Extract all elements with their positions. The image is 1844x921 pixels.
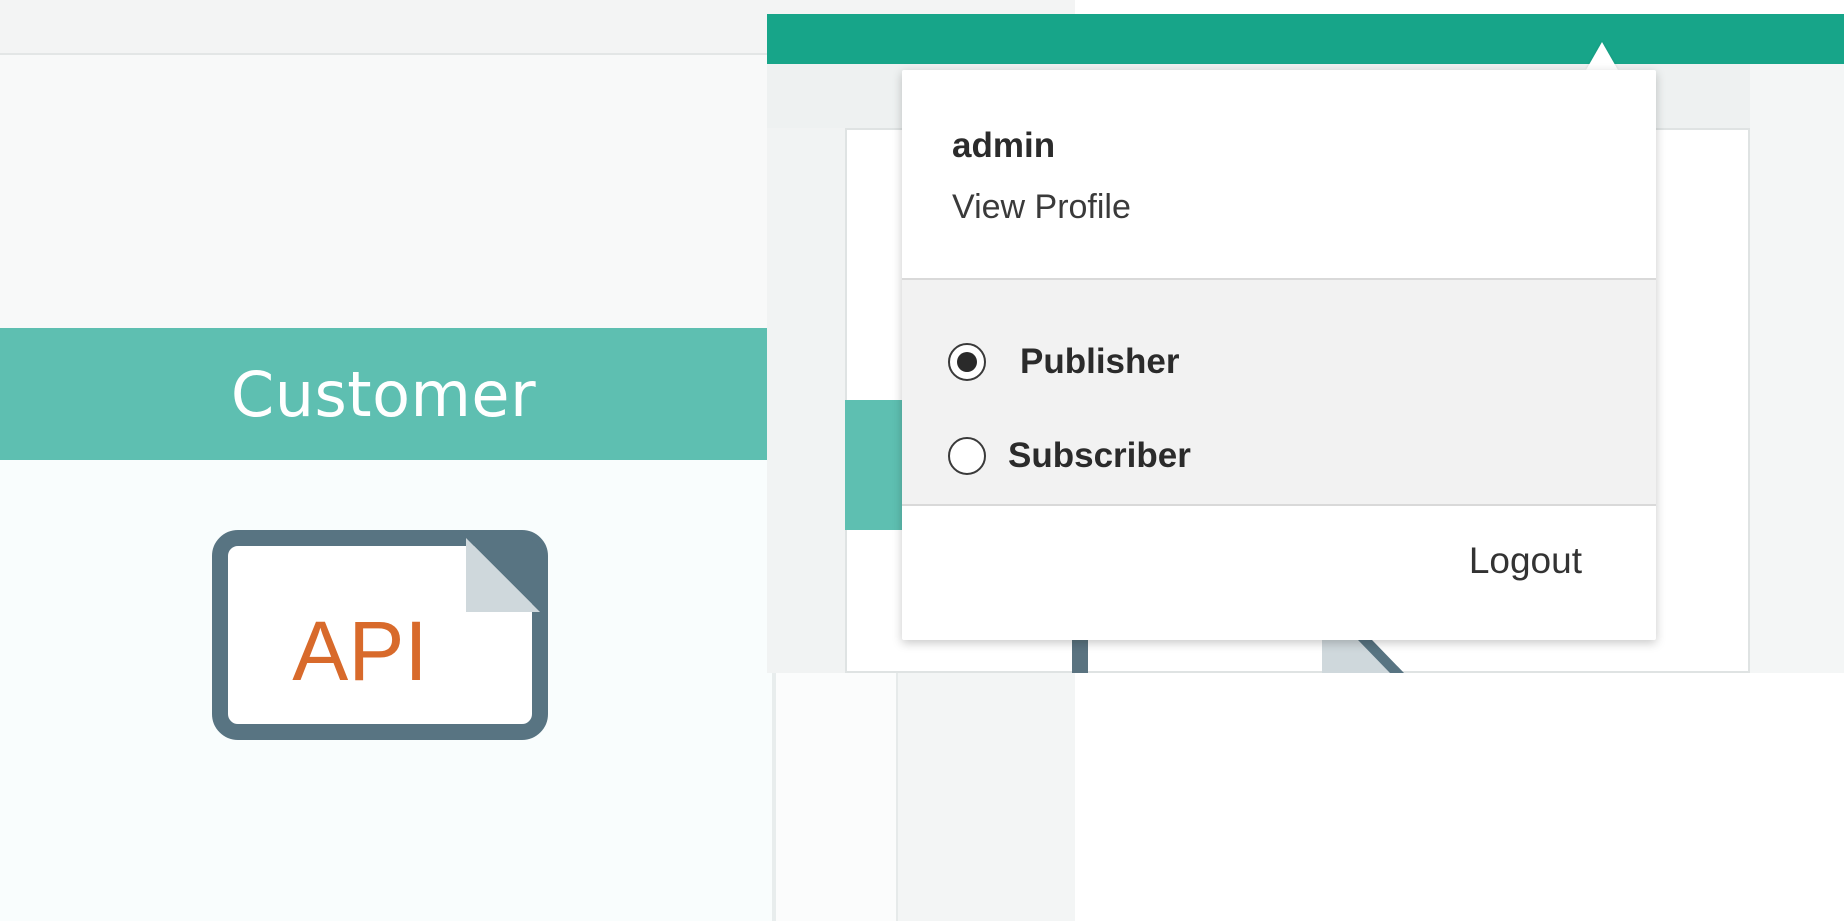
publisher-radio[interactable] — [948, 343, 986, 381]
lower-column-b — [896, 673, 1075, 921]
top-navigation-bar — [767, 14, 1844, 64]
radio-selected-dot — [957, 352, 977, 372]
lower-blank-area — [1075, 673, 1844, 921]
username-label: admin — [952, 126, 1056, 165]
lower-column-a — [776, 673, 896, 921]
publisher-label: Publisher — [1020, 342, 1180, 381]
role-option-publisher[interactable]: Publisher — [948, 332, 1628, 392]
background-document-icon-corner — [1322, 640, 1404, 673]
role-selector: Publisher Subscriber — [902, 278, 1656, 506]
role-option-subscriber[interactable]: Subscriber — [948, 426, 1628, 486]
logout-link[interactable]: Logout — [1469, 540, 1582, 582]
user-dropdown-menu: admin View Profile Publisher Subscriber … — [902, 70, 1656, 640]
left-header-area — [0, 55, 767, 328]
user-info-section: admin View Profile — [902, 70, 1656, 278]
dropdown-pointer — [1586, 42, 1618, 70]
subscriber-label: Subscriber — [1008, 436, 1191, 475]
right-edge-panel — [1750, 64, 1844, 673]
view-profile-link[interactable]: View Profile — [952, 188, 1131, 227]
background-icon-edge — [1072, 640, 1088, 673]
customer-banner[interactable]: Customer — [0, 328, 767, 460]
api-document-icon[interactable]: API — [212, 530, 548, 740]
api-icon-label: API — [292, 604, 427, 698]
card-teal-strip — [845, 400, 905, 530]
subscriber-radio[interactable] — [948, 437, 986, 475]
customer-banner-label: Customer — [230, 357, 537, 431]
